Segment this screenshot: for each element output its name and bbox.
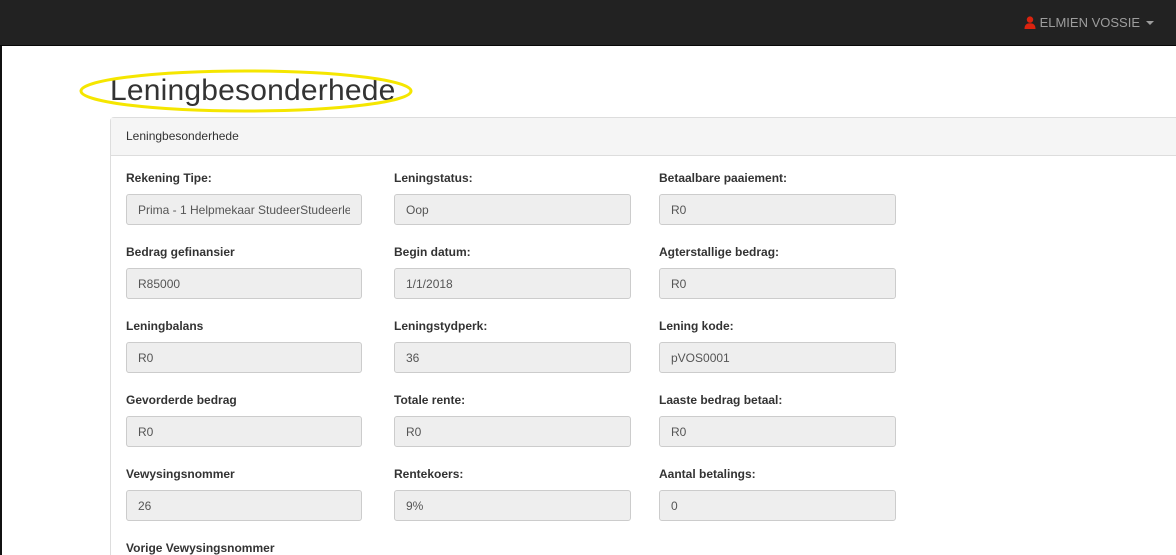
field-number-of-payments: Aantal betalings:	[659, 467, 896, 521]
field-label: Rentekoers:	[394, 467, 464, 481]
field-loan-period: Leningstydperk:	[394, 319, 631, 373]
total-interest-input[interactable]	[394, 416, 631, 447]
start-date-input[interactable]	[394, 268, 631, 299]
top-navbar: ELMIEN VOSSIE	[0, 0, 1176, 46]
amount-financed-input[interactable]	[126, 268, 362, 299]
reference-number-input[interactable]	[126, 490, 362, 521]
field-interest-rate: Rentekoers:	[394, 467, 631, 521]
field-label: Totale rente:	[394, 393, 466, 407]
field-last-amount-paid: Laaste bedrag betaal:	[659, 393, 896, 447]
field-label: Laaste bedrag betaal:	[659, 393, 783, 407]
field-label: Lening kode:	[659, 319, 734, 333]
field-reference-number: Vewysingsnommer	[126, 467, 362, 521]
field-total-interest: Totale rente:	[394, 393, 631, 447]
payable-installment-input[interactable]	[659, 194, 896, 225]
field-label: Bedrag gefinansier	[126, 245, 235, 259]
loan-details-panel: Leningbesonderhede Rekening Tipe: Lening…	[110, 117, 1176, 555]
account-type-input[interactable]	[126, 194, 362, 225]
field-loan-code: Lening kode:	[659, 319, 896, 373]
field-account-type: Rekening Tipe:	[126, 171, 362, 225]
claimed-amount-input[interactable]	[126, 416, 362, 447]
field-label: Vorige Vewysingsnommer	[126, 541, 275, 555]
field-start-date: Begin datum:	[394, 245, 631, 299]
field-amount-financed: Bedrag gefinansier	[126, 245, 362, 299]
field-arrears-amount: Agterstallige bedrag:	[659, 245, 896, 299]
field-payable-installment: Betaalbare paaiement:	[659, 171, 896, 225]
number-of-payments-input[interactable]	[659, 490, 896, 521]
user-name: ELMIEN VOSSIE	[1039, 15, 1140, 30]
field-loan-status: Leningstatus:	[394, 171, 631, 225]
interest-rate-input[interactable]	[394, 490, 631, 521]
user-icon	[1024, 16, 1036, 29]
page-title: Leningbesonderhede	[110, 74, 396, 107]
last-amount-paid-input[interactable]	[659, 416, 896, 447]
user-menu-dropdown[interactable]: ELMIEN VOSSIE	[1024, 15, 1154, 30]
field-label: Leningstydperk:	[394, 319, 488, 333]
loan-status-input[interactable]	[394, 194, 631, 225]
field-label: Begin datum:	[394, 245, 471, 259]
arrears-amount-input[interactable]	[659, 268, 896, 299]
loan-balance-input[interactable]	[126, 342, 362, 373]
caret-down-icon	[1146, 20, 1154, 25]
field-loan-balance: Leningbalans	[126, 319, 362, 373]
field-label: Betaalbare paaiement:	[659, 171, 788, 185]
field-claimed-amount: Gevorderde bedrag	[126, 393, 362, 447]
field-label: Aantal betalings:	[659, 467, 756, 481]
field-previous-reference-number: Vorige Vewysingsnommer	[126, 541, 275, 555]
loan-period-input[interactable]	[394, 342, 631, 373]
field-label: Vewysingsnommer	[126, 467, 235, 481]
field-label: Agterstallige bedrag:	[659, 245, 780, 259]
field-label: Rekening Tipe:	[126, 171, 212, 185]
field-label: Gevorderde bedrag	[126, 393, 237, 407]
field-label: Leningstatus:	[394, 171, 473, 185]
field-label: Leningbalans	[126, 319, 204, 333]
panel-heading: Leningbesonderhede	[111, 118, 1176, 156]
loan-code-input[interactable]	[659, 342, 896, 373]
